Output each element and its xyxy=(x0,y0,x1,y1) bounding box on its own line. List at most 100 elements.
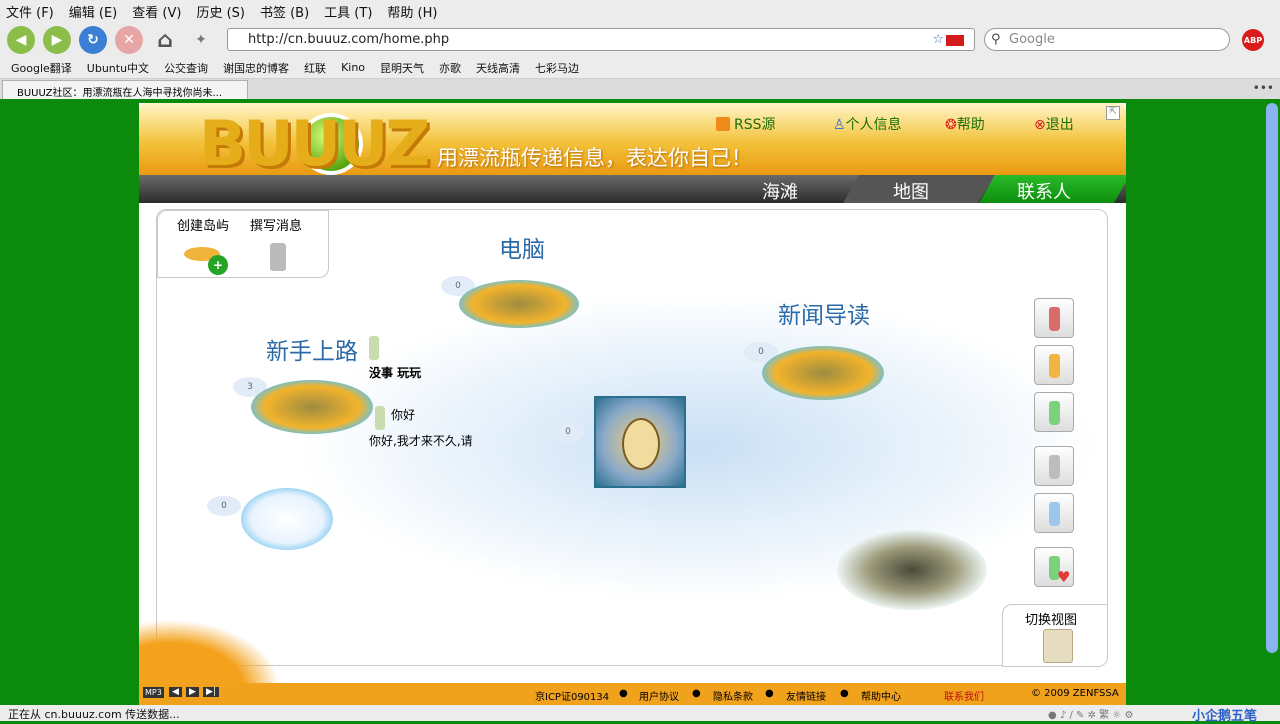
tab-bar: BUUUZ社区：用漂流瓶在人海中寻找你尚未... ••• xyxy=(0,79,1280,99)
url-text: http://cn.buuuz.com/home.php xyxy=(248,32,450,47)
nav-map[interactable]: 地图 xyxy=(893,175,929,203)
footer-dot-icon: ● xyxy=(765,688,774,699)
switch-view-panel[interactable]: 切换视图 xyxy=(1002,604,1108,667)
stop-button[interactable]: ✕ xyxy=(115,26,143,54)
mp3-icon[interactable]: MP3 xyxy=(143,687,164,698)
menu-history[interactable]: 历史 (S) xyxy=(196,2,245,21)
menu-edit[interactable]: 编辑 (E) xyxy=(69,2,118,21)
adblock-button[interactable]: ABP xyxy=(1242,29,1264,51)
tab-list-icon[interactable]: ••• xyxy=(1253,81,1274,95)
rss-link[interactable]: RSS源 xyxy=(716,114,776,134)
url-bar[interactable]: http://cn.buuuz.com/home.php ☆ xyxy=(227,28,975,51)
side-bottle-yellow-button[interactable] xyxy=(1034,345,1074,385)
footer-dot-icon: ● xyxy=(840,688,849,699)
footer-privacy-link[interactable]: 隐私条款 xyxy=(713,688,753,703)
search-bar[interactable]: ⚲ Google xyxy=(984,28,1230,51)
back-arrow-icon: ◀ xyxy=(15,32,27,48)
site-logo[interactable]: BUUUZ xyxy=(199,107,430,180)
menu-help[interactable]: 帮助 (H) xyxy=(387,2,437,21)
profile-link[interactable]: ♙个人信息 xyxy=(833,114,902,134)
compose-button[interactable] xyxy=(262,235,302,275)
lifebuoy-icon: ❂ xyxy=(945,117,957,133)
bug-character-icon xyxy=(622,418,660,470)
back-button[interactable]: ◀ xyxy=(7,26,35,54)
bookmark-bus[interactable]: 公交查询 xyxy=(164,60,208,76)
buuuz-site: BUUUZ 用漂流瓶传递信息，表达你自己！ RSS源 ♙个人信息 ❂帮助 ⊗退出… xyxy=(139,103,1126,705)
footer-helpcenter-link[interactable]: 帮助中心 xyxy=(861,688,901,703)
bookmark-weather[interactable]: 昆明天气 xyxy=(380,60,424,76)
nav-beach[interactable]: 海滩 xyxy=(762,175,798,203)
message-3[interactable]: 你好,我才来不久,请 xyxy=(369,432,473,449)
bookmark-blog[interactable]: 谢国忠的博客 xyxy=(223,60,289,76)
footer-links-link[interactable]: 友情链接 xyxy=(786,688,826,703)
scroll-icon xyxy=(1049,502,1060,526)
home-button[interactable]: ⌂ xyxy=(151,26,179,54)
menu-bookmarks[interactable]: 书签 (B) xyxy=(260,2,309,21)
bookmark-star-icon[interactable]: ☆ xyxy=(932,32,944,47)
bookmark-kino[interactable]: Kino xyxy=(341,61,365,74)
help-link[interactable]: ❂帮助 xyxy=(945,114,985,134)
page-scrollbar[interactable] xyxy=(1266,103,1278,653)
island-newbie[interactable] xyxy=(251,380,373,434)
footer-contact-link[interactable]: 联系我们 xyxy=(944,688,984,703)
bottle-icon[interactable] xyxy=(369,336,379,360)
menu-file[interactable]: 文件 (F) xyxy=(6,2,54,21)
home-icon: ⌂ xyxy=(157,27,173,53)
bookmark-yige[interactable]: 亦歌 xyxy=(439,60,461,76)
side-scroll-button[interactable] xyxy=(1034,493,1074,533)
ime-tray-icons[interactable]: ● ♪ ∕ ✎ ✲ 繁 ☼ ⚙ xyxy=(1048,706,1133,721)
menu-tools[interactable]: 工具 (T) xyxy=(324,2,372,21)
adblock-icon: ABP xyxy=(1243,35,1263,45)
island-ice[interactable] xyxy=(241,488,333,550)
site-slogan: 用漂流瓶传递信息，表达你自己！ xyxy=(437,146,752,170)
heart-icon: ♥ xyxy=(1057,568,1071,586)
bottle-icon xyxy=(1049,307,1060,331)
site-nav: 海滩 地图 联系人 xyxy=(139,175,1126,203)
menu-view[interactable]: 查看 (V) xyxy=(132,2,181,21)
play-icon[interactable]: ▶ xyxy=(186,687,199,697)
island-computer[interactable] xyxy=(459,280,579,328)
island-title-newbie[interactable]: 新手上路 xyxy=(266,332,358,366)
island-count-center: 0 xyxy=(551,422,585,442)
expand-icon[interactable]: ⇱ xyxy=(1106,106,1120,120)
profile-label: 个人信息 xyxy=(845,117,902,133)
reload-button[interactable]: ↻ xyxy=(79,26,107,54)
island-title-computer[interactable]: 电脑 xyxy=(499,230,545,264)
rss-label: RSS源 xyxy=(734,117,776,133)
create-island-label: 创建岛屿 xyxy=(177,219,230,234)
search-icon: ⚲ xyxy=(991,32,1001,47)
create-island-button[interactable]: + xyxy=(180,233,232,275)
bookmark-honglian[interactable]: 红联 xyxy=(304,60,326,76)
bottle-icon xyxy=(1049,354,1060,378)
footer-terms-link[interactable]: 用户协议 xyxy=(639,688,679,703)
bookmark-tvhd[interactable]: 天线高清 xyxy=(476,60,520,76)
tab-buuuz[interactable]: BUUUZ社区：用漂流瓶在人海中寻找你尚未... xyxy=(2,80,248,99)
island-title-news[interactable]: 新闻导读 xyxy=(778,296,870,330)
bottle-icon[interactable] xyxy=(375,406,385,430)
island-count-ice: 0 xyxy=(207,496,241,516)
footer-dot-icon: ● xyxy=(619,688,628,699)
bookmark-mabian[interactable]: 七彩马边 xyxy=(535,60,579,76)
side-bottle-heart-button[interactable]: ♥ xyxy=(1034,547,1074,587)
message-2[interactable]: 你好 xyxy=(391,406,415,423)
volume-icon[interactable]: ◀ xyxy=(169,687,182,697)
footer-dot-icon: ● xyxy=(692,688,701,699)
island-news[interactable] xyxy=(762,346,884,400)
bookmark-google-translate[interactable]: Google翻译 xyxy=(11,60,72,76)
side-bottle-grey-button[interactable] xyxy=(1034,446,1074,486)
message-1[interactable]: 没事 玩玩 xyxy=(369,364,421,381)
bookmark-ubuntu[interactable]: Ubuntu中文 xyxy=(87,60,149,76)
tray-brand[interactable]: 小企鹅五笔 xyxy=(1192,705,1257,724)
next-track-icon[interactable]: ▶| xyxy=(203,687,219,697)
logout-link[interactable]: ⊗退出 xyxy=(1034,114,1074,134)
reload-icon: ↻ xyxy=(87,32,99,48)
addon-button[interactable]: ✦ xyxy=(187,26,215,54)
bug-avatar[interactable] xyxy=(594,396,686,488)
side-bottle-red-button[interactable] xyxy=(1034,298,1074,338)
toolbox: 创建岛屿 撰写消息 + xyxy=(157,210,329,278)
site-footer: MP3 ◀ ▶ ▶| 京ICP证090134 ● 用户协议 ● 隐私条款 ● 友… xyxy=(139,683,1126,705)
side-bottle-green-button[interactable] xyxy=(1034,392,1074,432)
nav-contacts[interactable]: 联系人 xyxy=(1017,175,1071,203)
footer-copyright: © 2009 ZENFSSA xyxy=(1031,688,1119,699)
forward-button[interactable]: ▶ xyxy=(43,26,71,54)
